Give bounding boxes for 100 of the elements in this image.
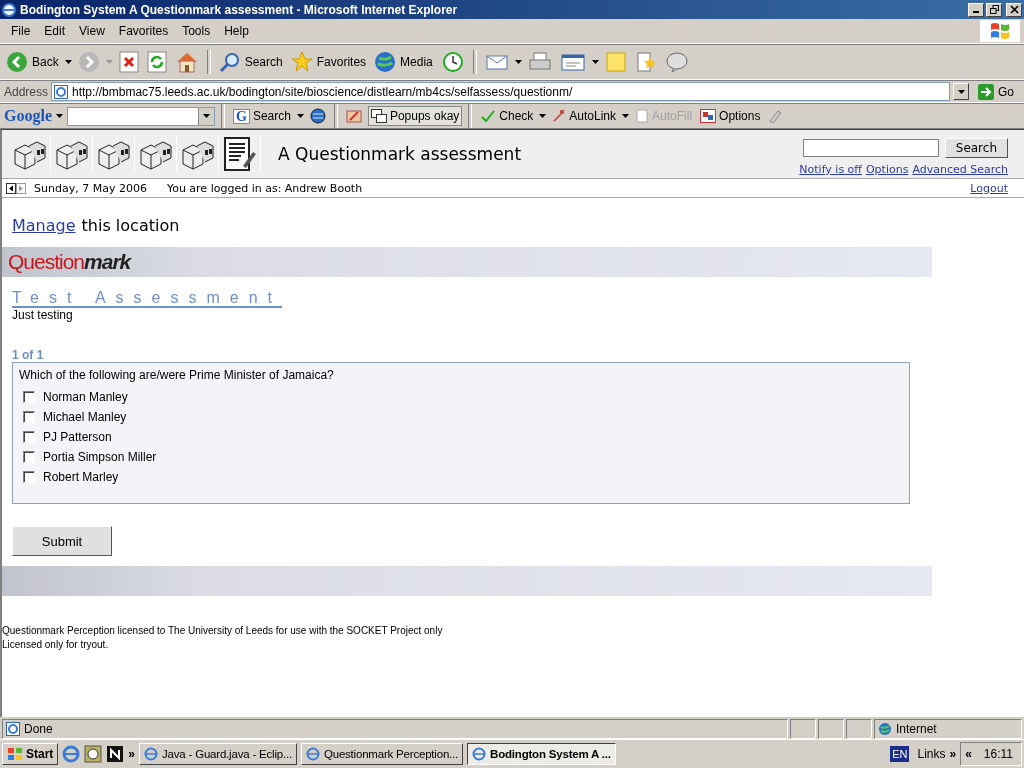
caret-icon: [957, 89, 965, 94]
options-button[interactable]: Options: [698, 109, 763, 123]
questionmark-logo: Questionmark: [8, 250, 131, 274]
caret-icon[interactable]: [622, 114, 630, 118]
restore-button[interactable]: [986, 2, 1002, 17]
caret-icon[interactable]: [591, 60, 599, 64]
option-label[interactable]: Michael Manley: [43, 409, 127, 424]
links-more-button[interactable]: »: [949, 747, 957, 761]
search-field[interactable]: [67, 106, 215, 126]
edit-icon[interactable]: [559, 51, 586, 73]
star-icon: [290, 51, 313, 73]
options-icon: [700, 109, 717, 123]
menu-item[interactable]: Edit: [37, 24, 73, 38]
dropdown-button[interactable]: [953, 83, 969, 100]
assessment-description: Just testing: [12, 308, 73, 322]
window-title: Bodington System A Questionmark assessment - Microsoft Internet Explorer: [20, 2, 458, 17]
google-search-button[interactable]: G Search: [231, 108, 293, 124]
page-heading: A Questionmark assessment: [278, 144, 522, 164]
popups-button[interactable]: Popups okay: [367, 106, 463, 126]
checkbox[interactable]: [23, 390, 35, 403]
arrow-icon: [978, 83, 994, 100]
license-text: Questionmark Perception licensed to The University of Leeds for use with the SOCKET Project only: [2, 624, 444, 638]
tray-expand-button[interactable]: «: [965, 747, 972, 761]
browser-icon: [2, 2, 16, 17]
more-button[interactable]: »: [128, 747, 136, 761]
progress-text: 1 of 1: [12, 348, 44, 362]
header-link[interactable]: Notify is off: [799, 163, 862, 176]
menu-item[interactable]: File: [4, 24, 38, 38]
media-button[interactable]: Media: [372, 51, 435, 73]
site-search-button[interactable]: Search: [944, 138, 1008, 158]
site-search-field[interactable]: [802, 139, 939, 157]
submit-button[interactable]: Submit: [12, 526, 112, 556]
back-button[interactable]: Back: [4, 51, 61, 73]
google-logo[interactable]: Google: [4, 107, 52, 125]
option-label[interactable]: Portia Simpson Miller: [43, 449, 157, 464]
autolink-button[interactable]: AutoLink: [550, 109, 619, 123]
checkbox[interactable]: [23, 410, 35, 423]
caret-icon: [203, 114, 210, 118]
clock-icon[interactable]: [84, 745, 103, 763]
windows-icon: [370, 109, 387, 123]
caret-icon[interactable]: [539, 114, 547, 118]
caret-icon[interactable]: [56, 114, 63, 118]
browser-icon: [472, 747, 487, 761]
option-label[interactable]: Robert Marley: [43, 469, 119, 484]
checkbox[interactable]: [23, 470, 35, 483]
checkbox[interactable]: [23, 450, 35, 463]
refresh-icon[interactable]: [146, 51, 167, 73]
security-zone: Internet: [874, 719, 1022, 739]
links-toolbar[interactable]: Links: [917, 747, 946, 761]
taskbar-button[interactable]: Bodington System A ...: [467, 743, 616, 765]
menu-item[interactable]: Tools: [175, 24, 218, 38]
header-link[interactable]: Advanced Search: [912, 163, 1008, 176]
form-icon: [635, 109, 650, 123]
menu-item[interactable]: Help: [217, 24, 256, 38]
header-link[interactable]: Options: [865, 163, 909, 176]
taskbar-button[interactable]: Java - Guard.java - Eclip...: [139, 743, 297, 765]
clock-text: 16:11: [983, 747, 1013, 761]
caret-icon[interactable]: [296, 114, 304, 118]
logout-link[interactable]: Logout: [970, 181, 1008, 195]
address-field[interactable]: http://bmbmac75.leeds.ac.uk/bodington/site/bioscience/distlearn/mb4cs/selfassess/questionm/: [51, 82, 950, 101]
spell-check-button[interactable]: Check: [478, 109, 536, 123]
messenger-icon[interactable]: [664, 51, 689, 73]
windows-flag-icon: [7, 747, 23, 761]
nav-arrows-icon[interactable]: [6, 182, 26, 194]
globe-icon: [878, 722, 892, 736]
start-button[interactable]: Start: [2, 743, 59, 765]
taskbar-button[interactable]: Questionmark Perception...: [300, 743, 464, 765]
page-icon: [54, 84, 69, 99]
menu-item[interactable]: View: [72, 24, 112, 38]
close-icon: [1009, 5, 1019, 14]
history-icon[interactable]: [440, 51, 465, 73]
search-icon: [218, 51, 241, 73]
wand-icon: [552, 109, 567, 123]
checkbox[interactable]: [23, 430, 35, 443]
search-button[interactable]: Search: [216, 51, 285, 73]
caret-icon[interactable]: [514, 60, 522, 64]
printer-icon[interactable]: [527, 51, 552, 73]
status-pane: [818, 719, 844, 739]
address-label: Address: [4, 84, 49, 99]
pencil-icon[interactable]: [345, 108, 362, 124]
stop-icon[interactable]: [118, 51, 139, 73]
close-button[interactable]: [1006, 2, 1022, 17]
restore-icon: [989, 5, 999, 14]
manage-text: this location: [81, 216, 180, 235]
menu-item[interactable]: Favorites: [111, 24, 176, 38]
caret-icon[interactable]: [64, 60, 72, 64]
license-text: Licensed only for tryout.: [2, 638, 110, 652]
option-label[interactable]: PJ Patterson: [43, 429, 112, 444]
status-text: Done: [2, 719, 788, 739]
language-indicator[interactable]: EN: [890, 746, 910, 762]
status-pane: [846, 719, 872, 739]
go-button[interactable]: Go: [976, 83, 1020, 100]
globe-icon[interactable]: [309, 108, 326, 124]
page-icon: [6, 722, 20, 736]
minimize-button[interactable]: [968, 2, 984, 17]
option-label[interactable]: Norman Manley: [43, 389, 128, 404]
date-text: Sunday, 7 May 2006: [34, 181, 147, 195]
manage-link[interactable]: Manage: [12, 216, 76, 235]
favorites-button[interactable]: Favorites: [288, 51, 369, 73]
assessment-title: Test Assessment: [12, 289, 283, 308]
